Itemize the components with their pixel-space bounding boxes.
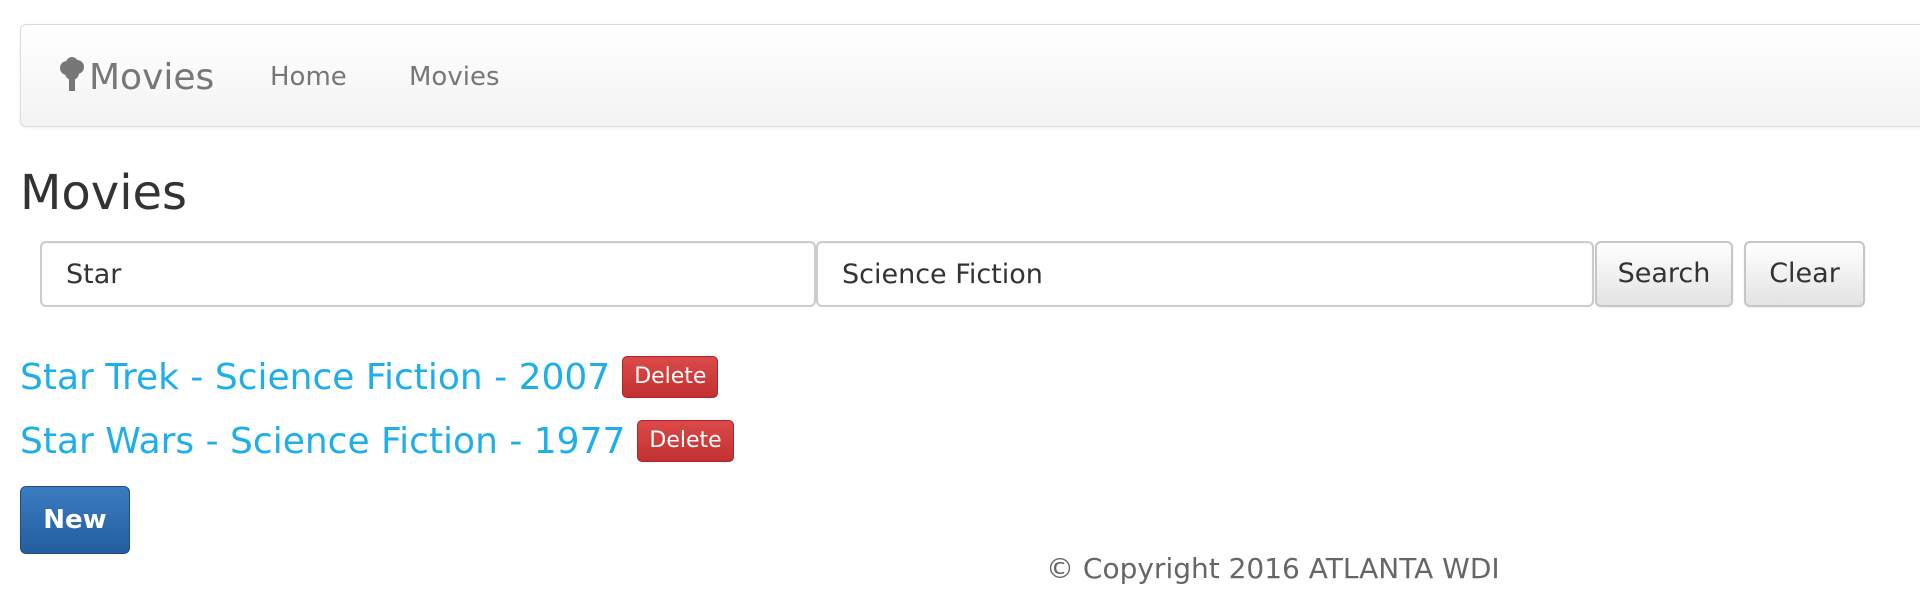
list-item: Star Wars - Science Fiction - 1977 Delet… xyxy=(20,417,734,465)
footer-copyright: © Copyright 2016 ATLANTA WDI xyxy=(1046,552,1500,585)
movie-link[interactable]: Star Wars - Science Fiction - 1977 xyxy=(20,421,625,462)
page-title: Movies xyxy=(20,165,188,221)
new-movie-button[interactable]: New xyxy=(20,486,130,554)
search-button[interactable]: Search xyxy=(1595,241,1733,307)
nav-link-movies[interactable]: Movies xyxy=(409,55,500,99)
movie-link[interactable]: Star Trek - Science Fiction - 2007 xyxy=(20,357,610,398)
title-search-input[interactable] xyxy=(40,241,816,307)
tree-icon xyxy=(60,57,84,91)
list-item: Star Trek - Science Fiction - 2007 Delet… xyxy=(20,353,719,401)
brand-label: Movies xyxy=(89,56,215,98)
genre-search-input[interactable] xyxy=(816,241,1594,307)
delete-button[interactable]: Delete xyxy=(637,420,734,462)
clear-button[interactable]: Clear xyxy=(1744,241,1865,307)
delete-button[interactable]: Delete xyxy=(622,356,719,398)
brand-link[interactable]: Movies xyxy=(57,55,214,99)
nav-link-home[interactable]: Home xyxy=(270,55,347,99)
navbar: Movies Home Movies xyxy=(20,24,1920,127)
